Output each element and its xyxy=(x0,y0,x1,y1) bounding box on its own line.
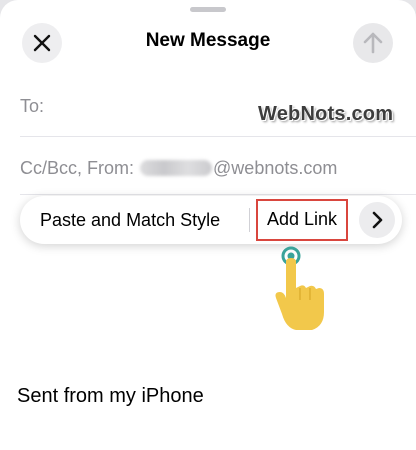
divider xyxy=(20,194,416,195)
edit-menu: Paste and Match Style Add Link xyxy=(20,196,402,244)
compose-sheet: New Message To: WebNots.com Cc/Bcc, From… xyxy=(0,0,416,450)
page-title: New Message xyxy=(145,30,271,51)
close-icon xyxy=(33,34,51,52)
cc-bcc-from-label: Cc/Bcc, From: xyxy=(20,158,135,178)
from-email-domain: @webnots.com xyxy=(213,158,338,178)
to-field[interactable]: To: xyxy=(20,96,44,117)
blurred-email-user xyxy=(140,160,213,176)
send-arrow-up-icon xyxy=(363,32,383,54)
watermark-logo: WebNots.com xyxy=(258,103,394,125)
email-signature[interactable]: Sent from my iPhone xyxy=(17,385,204,408)
menu-separator xyxy=(249,208,250,232)
send-button[interactable] xyxy=(353,23,393,63)
to-label: To: xyxy=(20,96,45,116)
sheet-grabber[interactable] xyxy=(190,7,226,12)
more-options-button[interactable] xyxy=(359,202,395,238)
paste-and-match-style-button[interactable]: Paste and Match Style xyxy=(40,196,220,244)
close-button[interactable] xyxy=(22,23,62,63)
chevron-right-icon xyxy=(372,211,383,229)
add-link-button[interactable]: Add Link xyxy=(256,199,348,241)
cc-bcc-from-field[interactable]: Cc/Bcc, From: @webnots.com xyxy=(20,158,337,179)
divider xyxy=(20,136,416,137)
tap-hand-icon xyxy=(275,246,324,330)
